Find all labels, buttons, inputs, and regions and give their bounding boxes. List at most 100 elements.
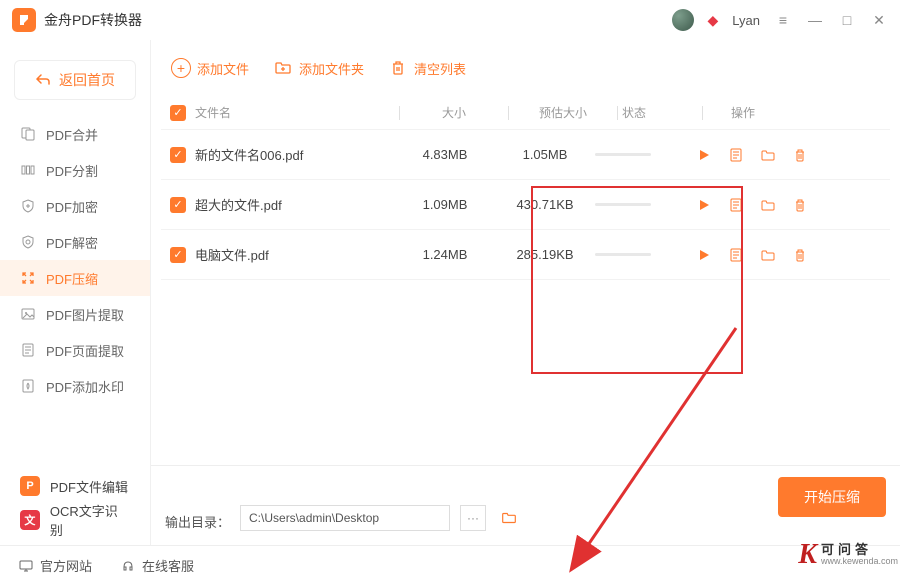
- pdf-edit-badge: P: [20, 476, 40, 496]
- back-label: 返回首页: [59, 70, 115, 90]
- delete-icon[interactable]: [791, 196, 809, 214]
- split-icon: [20, 162, 36, 178]
- sidebar-item-label: PDF合并: [46, 125, 98, 144]
- ocr-badge: 文: [20, 510, 40, 530]
- sidebar-item-decrypt[interactable]: PDF解密: [0, 224, 150, 260]
- browse-button[interactable]: ···: [460, 505, 486, 531]
- file-est-size: 285.19KB: [495, 247, 595, 262]
- row-checkbox[interactable]: ✓: [170, 247, 186, 263]
- tool-label: PDF文件编辑: [50, 477, 128, 496]
- bottom-bar: 官方网站 在线客服: [0, 545, 900, 585]
- add-folder-label: 添加文件夹: [299, 59, 364, 78]
- row-checkbox[interactable]: ✓: [170, 147, 186, 163]
- image-icon: [20, 306, 36, 322]
- merge-icon: [20, 126, 36, 142]
- output-path-input[interactable]: C:\Users\admin\Desktop: [240, 505, 450, 531]
- folder-icon[interactable]: [759, 246, 777, 264]
- table-row: ✓ 超大的文件.pdf 1.09MB 430.71KB: [161, 180, 890, 230]
- close-button[interactable]: ✕: [870, 11, 888, 29]
- monitor-icon: [18, 558, 34, 574]
- clear-label: 清空列表: [414, 59, 466, 78]
- sidebar-item-merge[interactable]: PDF合并: [0, 116, 150, 152]
- file-size: 1.24MB: [395, 247, 495, 262]
- file-size: 1.09MB: [395, 197, 495, 212]
- trash-icon: [388, 58, 408, 78]
- delete-icon[interactable]: [791, 246, 809, 264]
- titlebar: 金舟PDF转换器 ◆ Lyan ≡ — □ ✕: [0, 0, 900, 40]
- sidebar-item-image-extract[interactable]: PDF图片提取: [0, 296, 150, 332]
- file-est-size: 430.71KB: [495, 197, 595, 212]
- file-est-size: 1.05MB: [495, 147, 595, 162]
- tool-label: OCR文字识别: [50, 501, 130, 539]
- detail-icon[interactable]: [727, 246, 745, 264]
- gem-icon: ◆: [708, 12, 719, 29]
- app-title: 金舟PDF转换器: [44, 10, 142, 30]
- sidebar-item-compress[interactable]: PDF压缩: [0, 260, 150, 296]
- compress-icon: [20, 270, 36, 286]
- sidebar-item-label: PDF页面提取: [46, 341, 124, 360]
- header-status: 状态: [622, 104, 698, 121]
- decrypt-icon: [20, 234, 36, 250]
- encrypt-icon: [20, 198, 36, 214]
- play-icon[interactable]: [695, 196, 713, 214]
- select-all-checkbox[interactable]: ✓: [170, 105, 186, 121]
- sidebar-item-encrypt[interactable]: PDF加密: [0, 188, 150, 224]
- add-file-button[interactable]: + 添加文件: [161, 52, 259, 84]
- add-file-label: 添加文件: [197, 59, 249, 78]
- play-icon[interactable]: [695, 246, 713, 264]
- website-link[interactable]: 官方网站: [18, 556, 92, 575]
- folder-plus-icon: [273, 58, 293, 78]
- header-est: 预估大小: [513, 104, 613, 121]
- menu-icon[interactable]: ≡: [774, 11, 792, 29]
- detail-icon[interactable]: [727, 196, 745, 214]
- table-row: ✓ 电脑文件.pdf 1.24MB 285.19KB: [161, 230, 890, 280]
- file-size: 4.83MB: [395, 147, 495, 162]
- watermark-icon: [20, 378, 36, 394]
- footer: 输出目录： C:\Users\admin\Desktop ··· 开始压缩: [151, 465, 900, 545]
- folder-icon[interactable]: [759, 146, 777, 164]
- add-folder-button[interactable]: 添加文件夹: [263, 52, 374, 84]
- sidebar-item-watermark[interactable]: PDF添加水印: [0, 368, 150, 404]
- output-label: 输出目录：: [165, 512, 230, 531]
- open-folder-button[interactable]: [496, 505, 522, 531]
- sidebar-item-split[interactable]: PDF分割: [0, 152, 150, 188]
- table-row: ✓ 新的文件名006.pdf 4.83MB 1.05MB: [161, 130, 890, 180]
- sidebar-item-label: PDF压缩: [46, 269, 98, 288]
- headset-icon: [120, 558, 136, 574]
- toolbar: + 添加文件 添加文件夹 清空列表: [151, 40, 900, 96]
- maximize-button[interactable]: □: [838, 11, 856, 29]
- back-icon: [35, 72, 51, 88]
- folder-icon[interactable]: [759, 196, 777, 214]
- minimize-button[interactable]: —: [806, 11, 824, 29]
- sidebar-item-label: PDF解密: [46, 233, 98, 252]
- row-checkbox[interactable]: ✓: [170, 197, 186, 213]
- clear-list-button[interactable]: 清空列表: [378, 52, 476, 84]
- tool-ocr[interactable]: 文 OCR文字识别: [0, 503, 150, 537]
- plus-icon: +: [171, 58, 191, 78]
- sidebar-item-label: PDF图片提取: [46, 305, 124, 324]
- app-logo: [12, 8, 36, 32]
- file-status: [595, 153, 671, 156]
- header-name: 文件名: [195, 104, 395, 121]
- header-size: 大小: [404, 104, 504, 121]
- file-status: [595, 253, 671, 256]
- delete-icon[interactable]: [791, 146, 809, 164]
- page-icon: [20, 342, 36, 358]
- file-table: ✓ 文件名 大小 预估大小 状态 操作 ✓ 新的文件名006.pdf 4.83M…: [151, 96, 900, 465]
- support-label: 在线客服: [142, 556, 194, 575]
- sidebar-item-label: PDF添加水印: [46, 377, 124, 396]
- main-panel: + 添加文件 添加文件夹 清空列表 ✓ 文件名 大小 预估大小 状态: [150, 40, 900, 545]
- sidebar-item-label: PDF加密: [46, 197, 98, 216]
- start-button[interactable]: 开始压缩: [778, 477, 886, 517]
- back-button[interactable]: 返回首页: [14, 60, 136, 100]
- tool-pdf-edit[interactable]: P PDF文件编辑: [0, 469, 150, 503]
- play-icon[interactable]: [695, 146, 713, 164]
- avatar[interactable]: [672, 9, 694, 31]
- sidebar-item-page-extract[interactable]: PDF页面提取: [0, 332, 150, 368]
- support-link[interactable]: 在线客服: [120, 556, 194, 575]
- file-name: 超大的文件.pdf: [195, 195, 395, 214]
- sidebar: 返回首页 PDF合并 PDF分割 PDF加密 PDF解密 PDF压缩 PDF图片…: [0, 40, 150, 545]
- file-name: 新的文件名006.pdf: [195, 145, 395, 164]
- file-status: [595, 203, 671, 206]
- detail-icon[interactable]: [727, 146, 745, 164]
